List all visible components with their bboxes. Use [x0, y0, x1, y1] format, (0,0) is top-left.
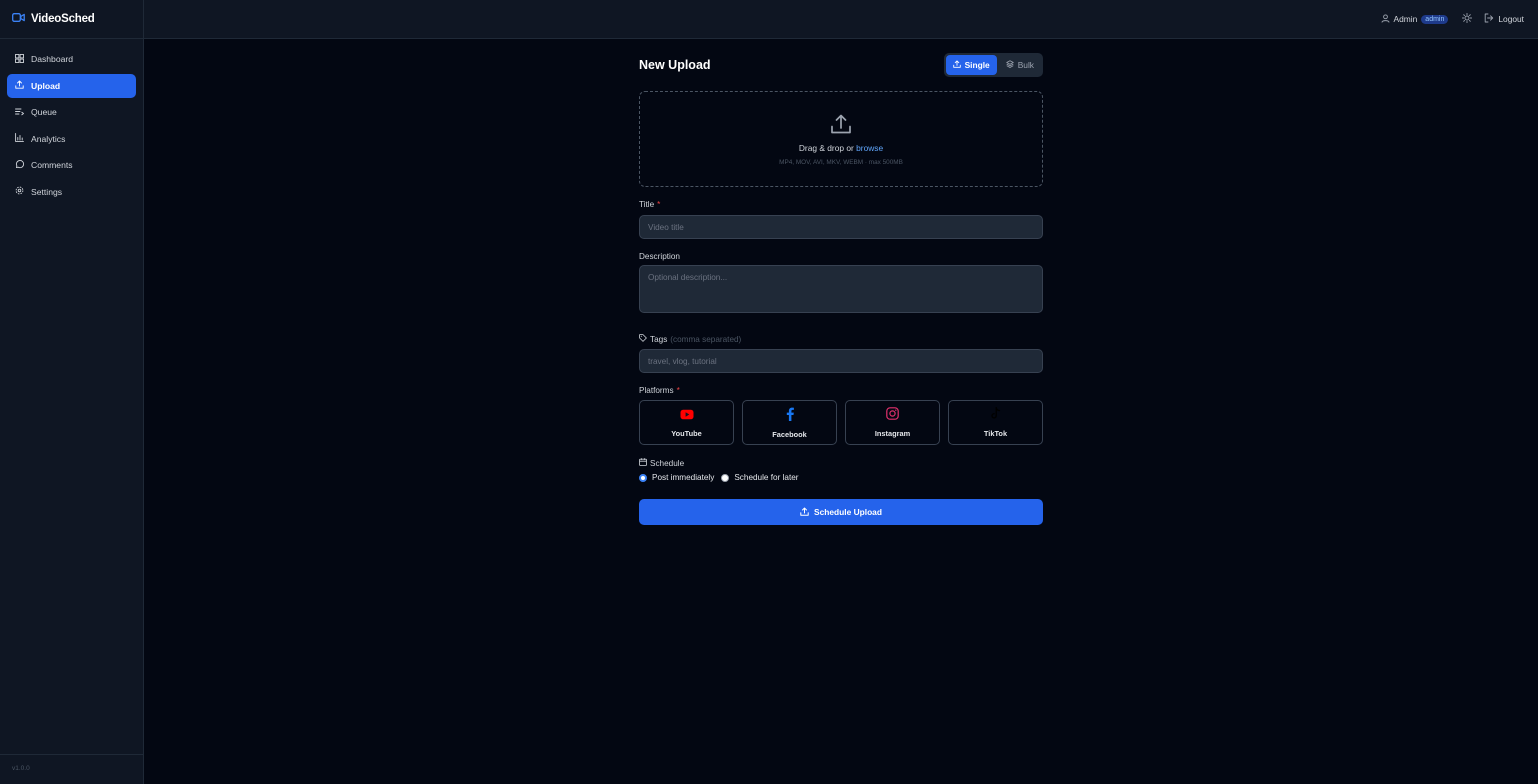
tags-label-text: Tags — [650, 334, 668, 344]
page-header: New Upload Single Bulk — [639, 53, 1043, 77]
tag-icon — [639, 334, 647, 344]
sidebar-nav: Dashboard Upload Queue Analytics Comment… — [0, 39, 143, 204]
platform-tiktok[interactable]: TikTok — [948, 400, 1043, 445]
sidebar-item-label: Queue — [31, 107, 57, 117]
sidebar-item-upload[interactable]: Upload — [7, 73, 136, 98]
instagram-icon — [886, 407, 899, 425]
description-label-text: Description — [639, 252, 680, 261]
platform-instagram[interactable]: Instagram — [845, 400, 940, 445]
required-mark: * — [676, 386, 680, 395]
radio-label: Schedule for later — [734, 473, 799, 482]
sidebar-item-queue[interactable]: Queue — [7, 100, 136, 124]
upload-icon — [15, 80, 24, 91]
youtube-icon — [680, 407, 694, 425]
schedule-later-radio[interactable]: Schedule for later — [721, 473, 799, 482]
radio-indicator — [639, 473, 647, 482]
platform-selector: YouTube Facebook Instagram TikTok — [639, 400, 1043, 445]
sun-icon — [1462, 12, 1473, 25]
page-title: New Upload — [639, 58, 711, 72]
layers-icon — [1006, 60, 1014, 70]
mode-single-button[interactable]: Single — [945, 55, 997, 75]
queue-icon — [15, 107, 24, 118]
platform-name: YouTube — [671, 429, 702, 438]
sidebar-item-settings[interactable]: Settings — [7, 180, 136, 204]
tags-hint: (comma separated) — [670, 334, 742, 344]
title-input[interactable] — [639, 215, 1043, 239]
title-label-text: Title — [639, 200, 655, 209]
file-dropzone[interactable]: Drag & drop or browse MP4, MOV, AVI, MKV… — [639, 91, 1043, 187]
upload-icon — [952, 60, 961, 70]
mode-bulk-button[interactable]: Bulk — [999, 55, 1041, 75]
dropzone-text: Drag & drop or browse — [799, 143, 883, 153]
browse-link[interactable]: browse — [856, 143, 883, 153]
sidebar-item-comments[interactable]: Comments — [7, 153, 136, 177]
submit-label: Schedule Upload — [814, 507, 882, 517]
logout-label: Logout — [1498, 14, 1524, 24]
required-mark: * — [657, 200, 661, 209]
user-icon — [1381, 13, 1390, 25]
radio-label: Post immediately — [652, 473, 715, 482]
description-textarea[interactable] — [639, 265, 1043, 313]
role-badge: admin — [1421, 14, 1449, 24]
schedule-upload-button[interactable]: Schedule Upload — [639, 499, 1043, 525]
schedule-options: Post immediately Schedule for later — [639, 473, 1043, 482]
platform-name: Facebook — [772, 429, 807, 439]
app-version: v1.0.0 — [0, 754, 144, 784]
mode-bulk-label: Bulk — [1017, 60, 1034, 70]
sidebar-item-label: Upload — [31, 80, 61, 91]
sidebar: VideoSched Dashboard Upload Queue Analyt… — [0, 0, 144, 784]
logout-icon — [1484, 13, 1494, 25]
schedule-label-text: Schedule — [650, 458, 685, 468]
upload-cloud-icon — [830, 113, 852, 140]
tags-label: Tags (comma separated) — [639, 334, 1043, 344]
video-camera-icon — [12, 10, 25, 28]
schedule-label: Schedule — [639, 458, 1043, 468]
radio-indicator — [721, 473, 730, 482]
mode-single-label: Single — [964, 60, 990, 70]
logout-button[interactable]: Logout — [1484, 13, 1524, 25]
tiktok-icon — [990, 406, 1002, 425]
calendar-icon — [639, 458, 647, 468]
dropzone-instruction: Drag & drop or — [798, 142, 857, 153]
dashboard-icon — [15, 53, 24, 65]
sidebar-item-analytics[interactable]: Analytics — [7, 127, 136, 151]
sidebar-item-label: Settings — [31, 186, 63, 197]
facebook-icon — [785, 407, 795, 426]
app-root: VideoSched Dashboard Upload Queue Analyt… — [0, 0, 1538, 784]
platform-youtube[interactable]: YouTube — [639, 400, 734, 445]
title-label: Title * — [639, 200, 1043, 209]
sidebar-item-label: Analytics — [31, 133, 66, 144]
platforms-label: Platforms * — [639, 386, 1043, 395]
dropzone-hint: MP4, MOV, AVI, MKV, WEBM · max 500MB — [779, 158, 903, 166]
user-menu[interactable]: Admin admin — [1381, 13, 1449, 25]
bar-chart-icon — [15, 133, 24, 144]
gear-icon — [15, 186, 24, 197]
theme-toggle-button[interactable] — [1462, 12, 1473, 25]
comment-icon — [15, 159, 25, 171]
upload-mode-toggle: Single Bulk — [943, 53, 1043, 77]
platform-name: TikTok — [983, 429, 1008, 438]
post-immediately-radio[interactable]: Post immediately — [639, 473, 714, 482]
topbar: Admin admin Logout — [144, 0, 1538, 39]
user-name: Admin — [1393, 14, 1418, 24]
platform-name: Instagram — [874, 429, 911, 438]
sidebar-item-dashboard[interactable]: Dashboard — [7, 47, 136, 71]
app-name: VideoSched — [31, 13, 95, 25]
description-label: Description — [639, 252, 1043, 261]
brand[interactable]: VideoSched — [0, 0, 143, 39]
upload-icon — [800, 507, 809, 518]
sidebar-item-label: Dashboard — [31, 54, 74, 64]
platform-facebook[interactable]: Facebook — [742, 400, 837, 445]
tags-input[interactable] — [639, 349, 1043, 373]
upload-form: New Upload Single Bulk Drag & drop or br… — [639, 53, 1043, 525]
sidebar-item-label: Comments — [31, 160, 73, 170]
platforms-label-text: Platforms — [639, 386, 674, 395]
